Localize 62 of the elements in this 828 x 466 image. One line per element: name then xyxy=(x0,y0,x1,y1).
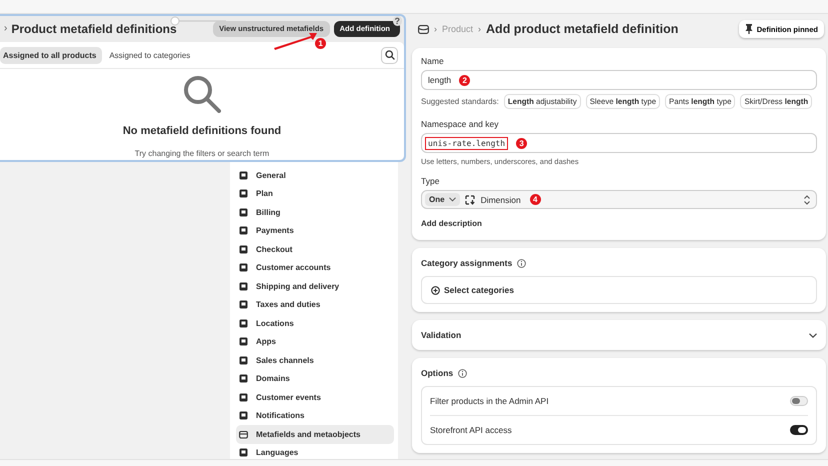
plus-circle-icon xyxy=(431,286,440,294)
count-select[interactable]: One xyxy=(425,193,460,206)
suggestions-label: Suggested standards: xyxy=(421,97,499,106)
page-title: Add product metafield definition xyxy=(486,22,678,36)
option-label: Storefront API access xyxy=(430,425,512,435)
step-marker: 1 xyxy=(315,38,326,48)
annotation-arrow xyxy=(273,30,318,50)
empty-state-title: No metafield definitions found xyxy=(122,125,282,137)
namespace-field[interactable]: unis-rate.length 3 xyxy=(421,133,817,153)
help-badge: ? xyxy=(392,16,402,26)
sidebar-item[interactable]: Locations xyxy=(236,314,394,332)
breadcrumb-separator: › xyxy=(434,24,437,34)
name-field[interactable]: length 2 xyxy=(421,70,817,90)
select-categories-button[interactable]: Select categories xyxy=(421,276,817,304)
sidebar-item[interactable]: General xyxy=(236,166,394,184)
search-icon xyxy=(183,75,221,113)
field-label: Name xyxy=(421,56,445,66)
step-marker: 3 xyxy=(516,138,528,148)
sidebar-item[interactable]: Customer accounts xyxy=(236,258,394,277)
type-select[interactable]: One Dimension 4 xyxy=(421,190,817,209)
chevron-down-icon xyxy=(448,197,456,202)
store-icon xyxy=(418,24,429,34)
step-marker: 4 xyxy=(530,194,541,205)
sidebar-item[interactable]: Customer events xyxy=(236,388,394,406)
filter-tab[interactable]: Assigned to categories xyxy=(106,46,196,64)
sidebar-item[interactable]: Languages xyxy=(236,444,394,459)
validation-card[interactable]: Validation xyxy=(412,320,826,350)
section-title: Validation xyxy=(421,330,462,340)
sidebar-item[interactable]: Checkout xyxy=(236,240,394,258)
empty-state-hint: Try changing the filters or search term xyxy=(134,149,270,158)
sidebar-item[interactable]: Sales channels xyxy=(236,351,394,370)
field-label: Namespace and key xyxy=(421,119,500,129)
sidebar-item[interactable]: Apps xyxy=(236,332,394,351)
search-button[interactable] xyxy=(381,46,398,64)
sidebar-item[interactable]: Shipping and delivery xyxy=(236,277,394,296)
add-description-link[interactable]: Add description xyxy=(421,219,482,228)
dimension-icon xyxy=(464,194,476,204)
option-label: Filter products in the Admin API xyxy=(430,396,549,406)
sidebar-item[interactable]: Payments xyxy=(236,222,394,240)
sidebar-item[interactable]: Billing xyxy=(236,203,394,222)
section-title: Category assignments xyxy=(421,258,512,268)
search-icon xyxy=(384,50,394,60)
slider-line-drawing xyxy=(170,16,226,26)
filter-tab[interactable]: Assigned to all products xyxy=(0,46,102,64)
section-title: Options xyxy=(421,368,454,378)
highlighted-value: unis-rate.length xyxy=(425,136,508,150)
pin-icon xyxy=(744,24,753,34)
info-icon xyxy=(517,258,526,268)
sidebar-item[interactable]: Domains xyxy=(236,370,394,388)
breadcrumb-separator: › xyxy=(478,24,482,34)
sidebar-item[interactable]: Plan xyxy=(236,184,394,203)
updown-icon xyxy=(804,194,810,204)
breadcrumb-separator: › xyxy=(4,23,8,34)
field-label: Type xyxy=(421,176,440,186)
info-icon xyxy=(458,368,468,378)
chevron-down-icon xyxy=(809,332,817,338)
sidebar-item[interactable]: Metafields and metaobjects xyxy=(236,425,394,444)
toggle-switch[interactable] xyxy=(790,425,808,435)
step-marker: 2 xyxy=(459,74,470,86)
sidebar-item[interactable]: Taxes and duties xyxy=(236,296,394,314)
sidebar-item[interactable]: Notifications xyxy=(236,406,394,425)
page-title: Product metafield definitions xyxy=(11,22,177,36)
